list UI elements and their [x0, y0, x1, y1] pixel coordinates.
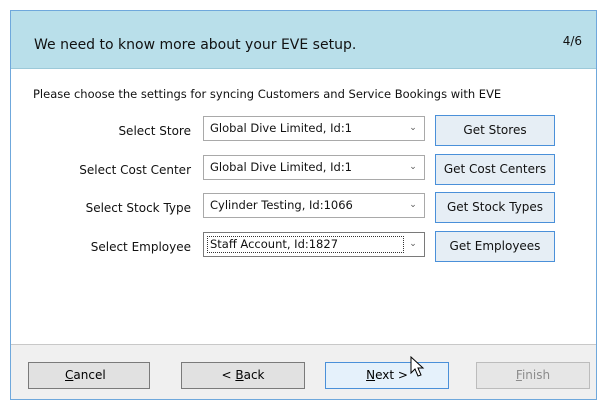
next-label-post: ext > — [375, 368, 408, 382]
cost-center-label: Select Cost Center — [79, 163, 191, 177]
back-button[interactable]: < Back — [181, 362, 305, 389]
get-stock-types-button[interactable]: Get Stock Types — [435, 192, 555, 223]
stock-type-select[interactable]: Cylinder Testing, Id:1066 ⌄ — [203, 193, 425, 218]
chevron-down-icon: ⌄ — [409, 200, 417, 210]
finish-label-post: inish — [521, 368, 551, 382]
instructions-text: Please choose the settings for syncing C… — [33, 87, 502, 101]
finish-button[interactable]: Finish — [476, 362, 590, 389]
cost-center-select[interactable]: Global Dive Limited, Id:1 ⌄ — [203, 155, 425, 180]
employee-label: Select Employee — [90, 240, 191, 254]
wizard-footer: Cancel < Back Next > Finish — [11, 344, 596, 399]
employee-select-value: Staff Account, Id:1827 — [210, 237, 339, 251]
step-indicator: 4/6 — [562, 34, 582, 48]
next-button[interactable]: Next > — [325, 362, 449, 389]
cancel-label-post: ancel — [73, 368, 106, 382]
store-select-value: Global Dive Limited, Id:1 — [210, 121, 353, 135]
chevron-down-icon: ⌄ — [409, 162, 417, 172]
store-label: Select Store — [118, 124, 191, 138]
back-label-post: ack — [243, 368, 265, 382]
chevron-down-icon: ⌄ — [409, 123, 417, 133]
page-title: We need to know more about your EVE setu… — [34, 37, 357, 53]
cost-center-select-value: Global Dive Limited, Id:1 — [210, 160, 353, 174]
get-employees-button[interactable]: Get Employees — [435, 231, 555, 262]
get-stores-button[interactable]: Get Stores — [435, 115, 555, 146]
get-cost-centers-button[interactable]: Get Cost Centers — [435, 154, 555, 185]
wizard-window: We need to know more about your EVE setu… — [10, 10, 597, 400]
cancel-button[interactable]: Cancel — [28, 362, 150, 389]
back-accel-key: B — [235, 368, 244, 382]
employee-select[interactable]: Staff Account, Id:1827 ⌄ — [203, 232, 425, 257]
stock-type-label: Select Stock Type — [85, 201, 191, 215]
mouse-pointer-icon — [410, 356, 425, 377]
store-select[interactable]: Global Dive Limited, Id:1 ⌄ — [203, 116, 425, 141]
chevron-down-icon: ⌄ — [409, 239, 417, 249]
wizard-header: We need to know more about your EVE setu… — [11, 11, 596, 69]
stock-type-select-value: Cylinder Testing, Id:1066 — [210, 198, 353, 212]
next-accel-key: N — [366, 368, 376, 382]
back-label-pre: < — [221, 368, 236, 382]
